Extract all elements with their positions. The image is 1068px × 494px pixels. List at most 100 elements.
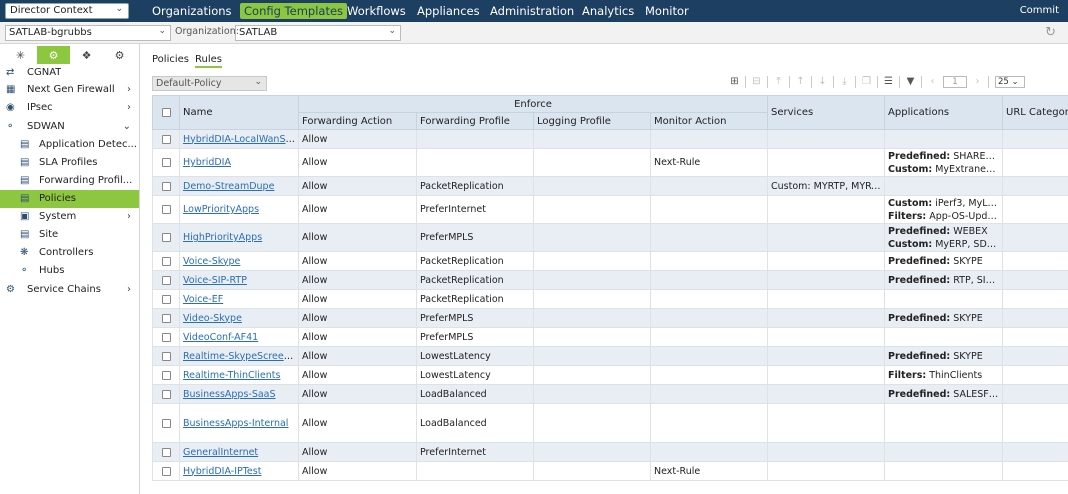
- row-checkbox[interactable]: [152, 129, 180, 149]
- services-gear-tab-icon[interactable]: ⚙: [37, 46, 70, 64]
- column-header-name[interactable]: Name: [179, 95, 299, 130]
- nav-workflows[interactable]: Workflows: [343, 3, 410, 19]
- row-checkbox[interactable]: [152, 289, 180, 309]
- refresh-icon[interactable]: ↻: [1045, 25, 1056, 40]
- move-down-icon[interactable]: ↓: [814, 75, 831, 89]
- sidebar-item-ipsec[interactable]: ◉ IPsec ›: [0, 99, 139, 117]
- remove-icon[interactable]: ⊟: [748, 75, 765, 89]
- column-header-services[interactable]: Services: [767, 95, 886, 130]
- column-header-applications[interactable]: Applications: [884, 95, 1004, 130]
- sidebar-item-next-gen-firewall[interactable]: ▦ Next Gen Firewall ›: [0, 81, 139, 99]
- rule-name[interactable]: HighPriorityApps: [183, 232, 262, 243]
- table-row[interactable]: HybridDIA Allow Next-Rule Predefined: SHARE…: [152, 148, 1068, 177]
- table-row[interactable]: VideoConf-AF41 Allow PreferMPLS: [152, 327, 1068, 347]
- nav-config-templates[interactable]: Config Templates: [240, 3, 348, 19]
- organization-select[interactable]: SATLAB ⌄: [235, 25, 401, 41]
- row-checkbox[interactable]: [152, 384, 180, 404]
- row-checkbox[interactable]: [152, 195, 180, 224]
- row-checkbox[interactable]: [152, 176, 180, 196]
- row-checkbox[interactable]: [152, 403, 180, 443]
- sidebar-item-sdwan[interactable]: ⚬ SDWAN ⌄: [0, 118, 139, 136]
- row-checkbox[interactable]: [152, 346, 180, 366]
- table-row[interactable]: LowPriorityApps Allow PreferInternet Custom…: [152, 195, 1068, 224]
- clone-icon[interactable]: ❐: [858, 75, 875, 89]
- sidebar-item-cgnat[interactable]: ⇄ CGNAT: [0, 64, 139, 82]
- table-row[interactable]: Demo-StreamDupe Allow PacketReplication Cus…: [152, 176, 1068, 196]
- network-tab-icon[interactable]: ✳: [4, 46, 37, 64]
- rule-name-link[interactable]: VideoConf-AF41: [179, 327, 299, 347]
- rule-name-link[interactable]: HighPriorityApps: [179, 223, 299, 252]
- row-checkbox[interactable]: [152, 308, 180, 328]
- column-header-monitor-action[interactable]: Monitor Action: [649, 112, 769, 130]
- table-row[interactable]: Video-Skype Allow PreferMPLS Predefined: SK…: [152, 308, 1068, 328]
- table-row[interactable]: HighPriorityApps Allow PreferMPLS Predefine…: [152, 223, 1068, 252]
- page-number-input[interactable]: 1: [943, 76, 967, 88]
- rule-name-link[interactable]: HybridDIA-IPTest: [179, 461, 299, 481]
- previous-page-icon[interactable]: ‹: [924, 75, 941, 89]
- move-top-icon[interactable]: ⤒: [770, 75, 787, 89]
- column-header-url-category[interactable]: URL Categor: [1002, 95, 1068, 130]
- rule-name-link[interactable]: Voice-EF: [179, 289, 299, 309]
- column-header-forwarding-action[interactable]: Forwarding Action: [298, 112, 417, 130]
- rule-name-link[interactable]: Realtime-ThinClients: [179, 365, 299, 385]
- rule-name-link[interactable]: GeneralInternet: [179, 442, 299, 462]
- policy-select[interactable]: Default-Policy ⌄: [152, 76, 267, 91]
- rule-name[interactable]: HybridDIA: [183, 157, 231, 168]
- settings-tab-icon[interactable]: ⚙: [103, 46, 136, 64]
- move-up-icon[interactable]: ↑: [792, 75, 809, 89]
- rule-name[interactable]: HybridDIA-IPTest: [183, 466, 261, 477]
- row-checkbox[interactable]: [152, 442, 180, 462]
- rule-name[interactable]: Realtime-SkypeScreenSh...: [183, 351, 298, 362]
- tab-rules[interactable]: Rules: [195, 54, 222, 68]
- table-row[interactable]: Realtime-ThinClients Allow LowestLatency Fi…: [152, 365, 1068, 385]
- select-all-checkbox[interactable]: [152, 95, 180, 130]
- sidebar-item-hubs[interactable]: ⚬ Hubs: [0, 262, 139, 280]
- rule-name-link[interactable]: BusinessApps-Internal: [179, 403, 299, 443]
- sidebar-item-system[interactable]: ▣ System ›: [0, 208, 139, 226]
- table-row[interactable]: HybridDIA-LocalWanSim Allow: [152, 129, 1068, 149]
- rule-name[interactable]: Video-Skype: [183, 313, 242, 324]
- page-size-select[interactable]: 25 ⌄: [995, 76, 1025, 88]
- table-row[interactable]: GeneralInternet Allow PreferInternet: [152, 442, 1068, 462]
- cube-tab-icon[interactable]: ❖: [70, 46, 103, 64]
- row-checkbox[interactable]: [152, 270, 180, 290]
- filter-icon[interactable]: ▼: [902, 75, 919, 89]
- sidebar-item-policies[interactable]: ▤ Policies: [0, 190, 139, 208]
- rule-name-link[interactable]: Voice-Skype: [179, 251, 299, 271]
- rule-name[interactable]: Voice-Skype: [183, 256, 240, 267]
- context-select[interactable]: Director Context ⌄: [5, 3, 129, 19]
- table-row[interactable]: Voice-Skype Allow PacketReplication Predefi…: [152, 251, 1068, 271]
- row-checkbox[interactable]: [152, 327, 180, 347]
- row-checkbox[interactable]: [152, 365, 180, 385]
- rule-name-link[interactable]: Video-Skype: [179, 308, 299, 328]
- row-checkbox[interactable]: [152, 251, 180, 271]
- table-row[interactable]: BusinessApps-Internal Allow LoadBalanced: [152, 403, 1068, 443]
- rule-name[interactable]: BusinessApps-SaaS: [183, 389, 276, 400]
- next-page-icon[interactable]: ›: [969, 75, 986, 89]
- rule-name-link[interactable]: Realtime-SkypeScreenSh...: [179, 346, 299, 366]
- column-header-logging-profile[interactable]: Logging Profile: [533, 112, 651, 130]
- rule-name[interactable]: LowPriorityApps: [183, 204, 259, 215]
- nav-appliances[interactable]: Appliances: [413, 3, 484, 19]
- table-row[interactable]: Voice-EF Allow PacketReplication: [152, 289, 1068, 309]
- sidebar-item-sla-profiles[interactable]: ▤ SLA Profiles: [0, 154, 139, 172]
- add-icon[interactable]: ⊞: [726, 75, 743, 89]
- rule-name-link[interactable]: BusinessApps-SaaS: [179, 384, 299, 404]
- table-row[interactable]: BusinessApps-SaaS Allow LoadBalanced Predef…: [152, 384, 1068, 404]
- nav-monitor[interactable]: Monitor: [641, 3, 693, 19]
- rule-name-link[interactable]: HybridDIA-LocalWanSim: [179, 129, 299, 149]
- row-checkbox[interactable]: [152, 461, 180, 481]
- rule-name[interactable]: BusinessApps-Internal: [183, 418, 288, 429]
- sidebar-item-site[interactable]: ▤ Site: [0, 226, 139, 244]
- sidebar-item-application-detection[interactable]: ▤ Application Detec...: [0, 136, 139, 154]
- sidebar-item-controllers[interactable]: ❋ Controllers: [0, 244, 139, 262]
- rule-name[interactable]: Realtime-ThinClients: [183, 370, 280, 381]
- tab-policies[interactable]: Policies: [152, 54, 189, 65]
- rule-name[interactable]: GeneralInternet: [183, 447, 258, 458]
- column-header-forwarding-profile[interactable]: Forwarding Profile: [416, 112, 534, 130]
- table-row[interactable]: Realtime-SkypeScreenSh... Allow LowestLate…: [152, 346, 1068, 366]
- nav-organizations[interactable]: Organizations: [148, 3, 236, 19]
- rule-name[interactable]: Demo-StreamDupe: [183, 181, 274, 192]
- columns-icon[interactable]: ☰: [880, 75, 897, 89]
- rule-name[interactable]: HybridDIA-LocalWanSim: [183, 134, 297, 145]
